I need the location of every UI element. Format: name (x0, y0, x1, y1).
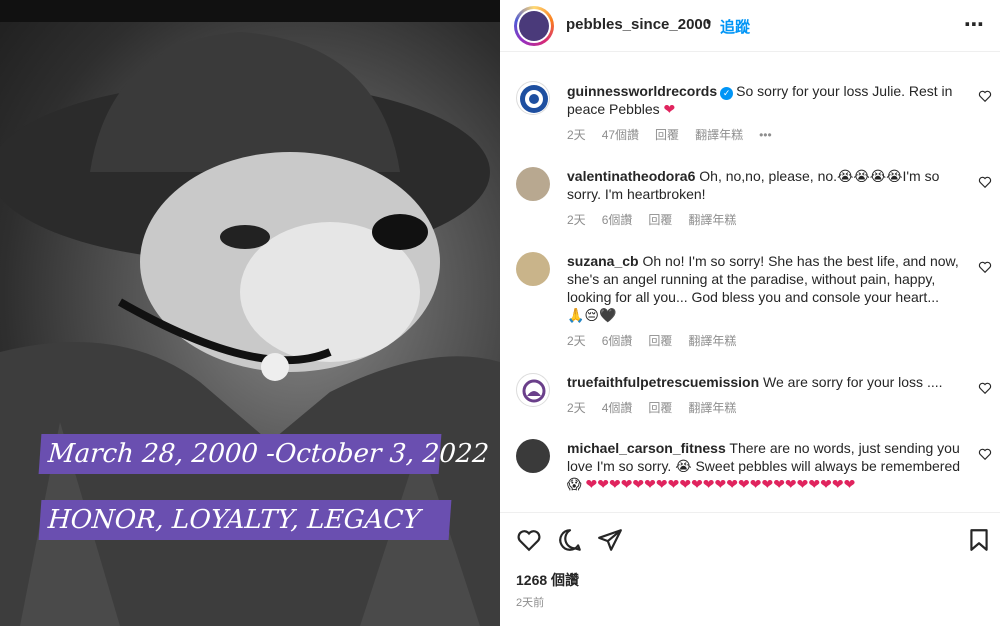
like-count[interactable]: 1268 個讚 (516, 570, 579, 590)
guinness-logo-avatar[interactable] (516, 81, 550, 115)
header-username[interactable]: pebbles_since_2000 (566, 16, 711, 33)
translate-button[interactable]: 翻譯年糕 (688, 401, 736, 415)
comment-meta: 2天 6個讚 回覆 翻譯年糕 (567, 211, 752, 228)
comment-like-heart-icon[interactable] (978, 175, 992, 189)
commenter-avatar[interactable] (516, 167, 550, 201)
translate-button[interactable]: 翻譯年糕 (688, 334, 736, 348)
commenter-avatar[interactable] (516, 439, 550, 473)
comment-list[interactable]: guinnessworldrecords ✓ So sorry for your l… (500, 53, 1000, 511)
profile-avatar[interactable] (514, 6, 554, 46)
comment-likes[interactable]: 6個讚 (602, 334, 633, 348)
verified-badge-icon: ✓ (720, 87, 734, 100)
reply-button[interactable]: 回覆 (648, 334, 672, 348)
save-bookmark-icon[interactable] (966, 527, 992, 553)
more-options-icon[interactable]: ⋯ (964, 12, 985, 37)
like-heart-icon[interactable] (516, 527, 542, 553)
comment-time[interactable]: 2天 (567, 128, 586, 142)
post-actions-bar (500, 512, 1000, 562)
comment-meta: 2天 4個讚 回覆 翻譯年糕 (567, 399, 752, 416)
comment-text: suzana_cb Oh no! I'm so sorry! She has t… (567, 252, 962, 324)
comment-meta: 2天 6個讚 回覆 翻譯年糕 (567, 332, 752, 349)
comment-like-heart-icon[interactable] (978, 89, 992, 103)
reply-button[interactable]: 回覆 (648, 401, 672, 415)
comment-likes[interactable]: 4個讚 (602, 401, 633, 415)
comment-like-heart-icon[interactable] (978, 381, 992, 395)
reply-button[interactable]: 回覆 (655, 128, 679, 142)
follow-button[interactable]: 追蹤 (720, 16, 750, 37)
comment-time[interactable]: 2天 (567, 334, 586, 348)
share-paper-plane-icon[interactable] (597, 527, 623, 553)
comment-username[interactable]: valentinatheodora6 (567, 168, 695, 184)
comment-username[interactable]: michael_carson_fitness (567, 440, 726, 456)
comment-username[interactable]: guinnessworldrecords (567, 83, 717, 99)
commenter-avatar[interactable] (516, 373, 550, 407)
comment-text: truefaithfulpetrescuemission We are sorr… (567, 373, 962, 391)
comment-time[interactable]: 2天 (567, 401, 586, 415)
image-top-bar (0, 0, 500, 22)
comment-text: michael_carson_fitness There are no word… (567, 439, 962, 493)
post-header: pebbles_since_2000 • 追蹤 ⋯ (500, 0, 1000, 52)
translate-button[interactable]: 翻譯年糕 (695, 128, 743, 142)
comment-more-icon[interactable]: ••• (759, 128, 772, 142)
separator-dot: • (706, 14, 712, 31)
post-sidebar: pebbles_since_2000 • 追蹤 ⋯ guinnessworldr… (500, 0, 1000, 626)
reply-button[interactable]: 回覆 (648, 213, 672, 227)
comment-likes[interactable]: 6個讚 (602, 213, 633, 227)
comment-username[interactable]: suzana_cb (567, 253, 639, 269)
translate-button[interactable]: 翻譯年糕 (688, 213, 736, 227)
comment-likes[interactable]: 47個讚 (602, 128, 639, 142)
comment-like-heart-icon[interactable] (978, 447, 992, 461)
dates-banner: March 28, 2000 -October 3, 2022 (38, 434, 490, 474)
comment-emoji: 🙏😔🖤 (567, 307, 617, 323)
post-image[interactable]: March 28, 2000 -October 3, 2022 HONOR, L… (0, 0, 500, 626)
comment-text: valentinatheodora6 Oh, no,no, please, no… (567, 167, 962, 203)
post-timestamp: 2天前 (516, 597, 545, 609)
comment-text: guinnessworldrecords ✓ So sorry for your l… (567, 82, 962, 118)
comment-meta: 2天 47個讚 回覆 翻譯年糕 ••• (567, 126, 788, 143)
comment-emoji: ❤❤❤❤❤❤❤❤❤❤❤❤❤❤❤❤❤❤❤❤❤❤❤ (585, 476, 856, 492)
comment-username[interactable]: truefaithfulpetrescuemission (567, 374, 759, 390)
commenter-avatar[interactable] (516, 252, 550, 286)
comment-time[interactable]: 2天 (567, 213, 586, 227)
comment-emoji: ❤ (663, 101, 676, 117)
comment-body: We are sorry for your loss .... (763, 374, 943, 390)
comment-like-heart-icon[interactable] (978, 260, 992, 274)
motto-banner: HONOR, LOYALTY, LEGACY (38, 500, 452, 540)
comment-bubble-icon[interactable] (557, 527, 583, 553)
